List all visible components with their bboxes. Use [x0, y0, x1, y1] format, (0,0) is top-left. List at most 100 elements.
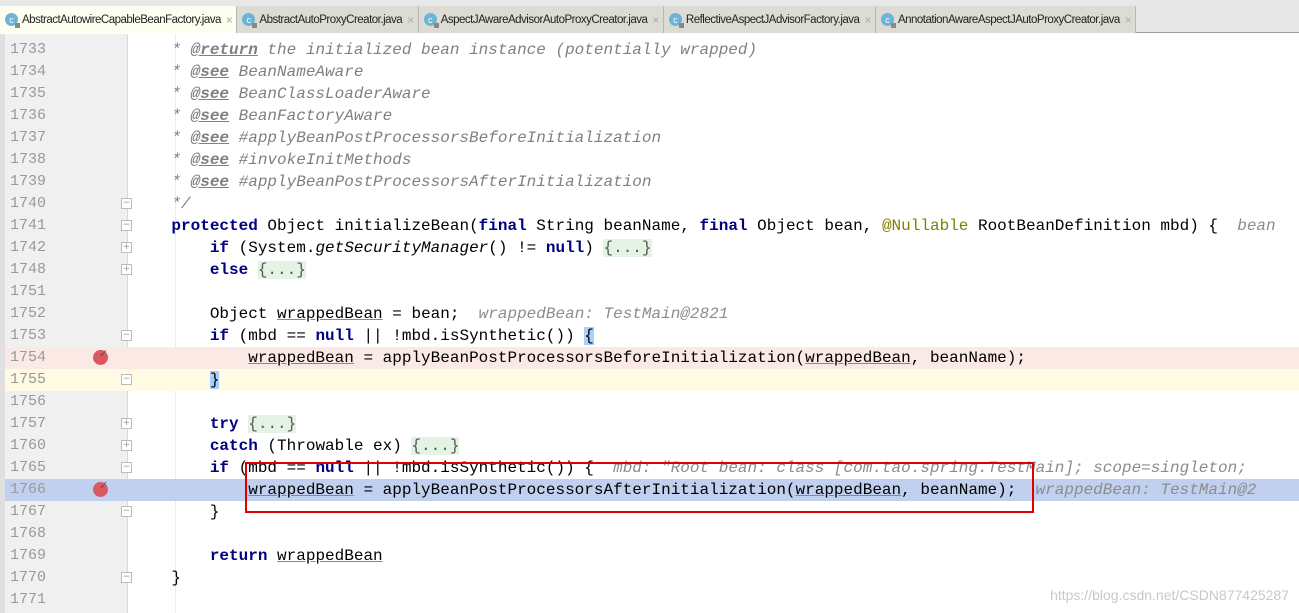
close-icon[interactable]: × [864, 13, 871, 27]
code-token: * [133, 129, 191, 147]
code-token: () != [488, 239, 546, 257]
code-line[interactable]: 1760 + catch (Throwable ex) {...} [5, 435, 1299, 457]
code-line[interactable]: 1737 * @see #applyBeanPostProcessorsBefo… [5, 127, 1299, 149]
code-token: (mbd == [229, 327, 316, 345]
code-text: return wrappedBean [133, 545, 383, 567]
fold-marker-icon[interactable]: − [121, 198, 132, 209]
code-token: @Nullable [881, 217, 969, 235]
line-number: 1733 [10, 41, 47, 58]
code-token: } [133, 503, 220, 521]
tab-1[interactable]: c AbstractAutoProxyCreator.java × [237, 6, 419, 33]
code-line[interactable]: 1734 * @see BeanNameAware [5, 61, 1299, 83]
code-line[interactable]: 1768 [5, 523, 1299, 545]
line-number: 1768 [10, 525, 47, 542]
code-line[interactable]: 1757 + try {...} [5, 413, 1299, 435]
code-token: */ [133, 195, 191, 213]
fold-marker-icon[interactable]: − [121, 220, 132, 231]
code-token: * [133, 85, 191, 103]
class-icon: c [423, 13, 439, 28]
code-line[interactable]: 1753 − if (mbd == null || !mbd.isSyntheti… [5, 325, 1299, 347]
breakpoint-icon[interactable] [93, 475, 108, 497]
line-number: 1734 [10, 63, 47, 80]
code-token: @see [190, 63, 230, 81]
line-number: 1751 [10, 283, 47, 300]
code-line[interactable]: 1748 + else {...} [5, 259, 1299, 281]
code-token: * [133, 107, 191, 125]
line-number: 1742 [10, 239, 47, 256]
class-icon: c [5, 13, 20, 28]
code-line[interactable]: 1740 − */ [5, 193, 1299, 215]
code-line[interactable]: 1755 − } [5, 369, 1299, 391]
line-number: 1767 [10, 503, 47, 520]
code-token: { [584, 327, 594, 345]
code-token: wrappedBean [248, 349, 354, 367]
code-line[interactable]: 1770 − } [5, 567, 1299, 589]
code-token: #applyBeanPostProcessorsBeforeInitializa… [229, 129, 662, 147]
close-icon[interactable]: × [407, 13, 414, 27]
close-icon[interactable]: × [226, 13, 233, 27]
code-line[interactable]: 1754 wrappedBean = applyBeanPostProcesso… [5, 343, 1299, 369]
code-line[interactable]: 1738 * @see #invokeInitMethods [5, 149, 1299, 171]
code-line[interactable]: 1752 Object wrappedBean = bean; wrappedB… [5, 303, 1299, 325]
fold-marker-icon[interactable]: − [121, 572, 132, 583]
fold-marker-icon[interactable]: − [121, 374, 132, 385]
close-icon[interactable]: × [652, 13, 659, 27]
fold-marker-icon[interactable]: − [121, 330, 132, 341]
code-token: @return [190, 41, 258, 59]
fold-marker-icon[interactable]: + [121, 440, 132, 451]
line-number: 1771 [10, 591, 47, 608]
fold-marker-icon[interactable]: + [121, 264, 132, 275]
code-text: * @return the initialized bean instance … [133, 39, 757, 61]
code-token: (System. [229, 239, 316, 257]
class-icon: c [668, 13, 684, 28]
code-text: * @see BeanNameAware [133, 61, 363, 83]
code-token: null [545, 239, 585, 257]
code-text: protected Object initializeBean(final St… [133, 215, 1275, 237]
code-line[interactable]: 1741− protected Object initializeBean(fi… [5, 215, 1299, 237]
code-text: if (mbd == null || !mbd.isSynthetic()) { [133, 325, 594, 347]
code-text: wrappedBean = applyBeanPostProcessorsBef… [133, 347, 1026, 369]
line-number: 1760 [10, 437, 47, 454]
code-token: || !mbd.isSynthetic()) [353, 327, 585, 345]
fold-marker-icon[interactable]: + [121, 418, 132, 429]
code-line[interactable]: 1751 [5, 281, 1299, 303]
tab-4[interactable]: c AnnotationAwareAspectJAutoProxyCreator.… [875, 6, 1137, 33]
code-token: @see [190, 151, 230, 169]
line-number: 1736 [10, 107, 47, 124]
tab-3[interactable]: c ReflectiveAspectJAdvisorFactory.java × [663, 6, 876, 33]
breakpoint-icon[interactable] [93, 343, 108, 365]
code-line[interactable]: 1756 [5, 391, 1299, 413]
code-line[interactable]: 1733 * @return the initialized bean inst… [5, 39, 1299, 61]
tab-label: ReflectiveAspectJAdvisorFactory.java [685, 13, 860, 26]
tab-0[interactable]: c AbstractAutowireCapableBeanFactory.java… [0, 6, 238, 33]
line-number: 1766 [10, 481, 47, 498]
code-line[interactable]: 1769 return wrappedBean [5, 545, 1299, 567]
code-text: } [133, 501, 220, 523]
fold-marker-icon[interactable]: + [121, 242, 132, 253]
close-icon[interactable]: × [1125, 13, 1132, 27]
fold-marker-icon[interactable]: − [121, 506, 132, 517]
code-token: ) [584, 239, 604, 257]
line-number: 1737 [10, 129, 47, 146]
code-line[interactable]: 1739 * @see #applyBeanPostProcessorsAfte… [5, 171, 1299, 193]
code-token: final [478, 217, 527, 235]
tab-2[interactable]: c AspectJAwareAdvisorAutoProxyCreator.jav… [418, 6, 664, 33]
fold-marker-icon[interactable]: − [121, 462, 132, 473]
code-line[interactable]: 1735 * @see BeanClassLoaderAware [5, 83, 1299, 105]
code-token: * [133, 63, 191, 81]
code-token: BeanClassLoaderAware [229, 85, 431, 103]
watermark: https://blog.csdn.net/CSDN877425287 [1050, 587, 1289, 603]
code-token: @see [190, 173, 230, 191]
code-line[interactable]: 1742 + if (System.getSecurityManager() !=… [5, 237, 1299, 259]
code-text: else {...} [133, 259, 306, 281]
code-line[interactable]: 1736 * @see BeanFactoryAware [5, 105, 1299, 127]
line-number: 1765 [10, 459, 47, 476]
code-text: */ [133, 193, 191, 215]
code-token: String beanName, [526, 217, 700, 235]
code-token: {...} [257, 261, 306, 279]
